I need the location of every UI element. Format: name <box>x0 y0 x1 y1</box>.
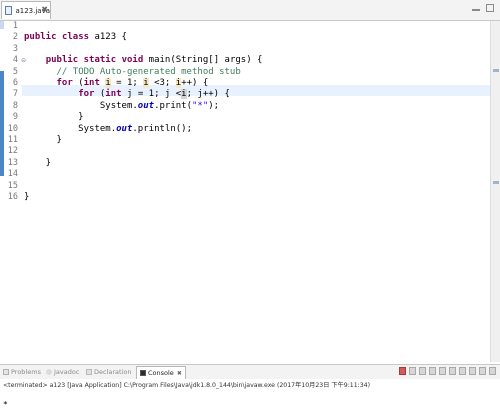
remove-all-icon[interactable] <box>419 367 426 375</box>
line-number: 9 <box>12 112 18 123</box>
code-token: for <box>56 78 73 88</box>
code-line: System.out.println(); <box>24 123 192 134</box>
line-number: 15 <box>7 180 18 191</box>
code-line: } <box>24 135 62 145</box>
overview-mark[interactable] <box>493 181 499 184</box>
word-wrap-icon[interactable] <box>449 367 456 375</box>
console-icon <box>140 370 146 376</box>
console-status-line: <terminated> a123 [Java Application] C:\… <box>3 382 371 389</box>
tab-label: Console <box>148 369 174 377</box>
console-output[interactable]: * <box>3 400 8 409</box>
code-token: for <box>78 89 95 100</box>
occurrence-highlight: i <box>143 78 149 88</box>
pin-console-icon[interactable] <box>459 367 466 375</box>
code-token: class <box>61 32 90 43</box>
line-number: 3 <box>12 43 18 54</box>
console-toolbar <box>399 367 496 375</box>
code-token: static <box>83 55 117 66</box>
occurrence-highlight: i <box>175 78 182 88</box>
tab-label: Javadoc <box>54 368 80 376</box>
line-number: 5 <box>12 66 18 77</box>
editor-tab-a123[interactable]: a123.java ✖ <box>1 1 51 19</box>
scroll-lock-icon[interactable] <box>439 367 446 375</box>
line-number: 6 <box>12 78 18 88</box>
code-token: int <box>105 89 122 100</box>
code-line: for (int i = 1; i <3; i++) { <box>56 78 209 88</box>
code-line: } <box>24 157 52 168</box>
window-controls <box>472 4 494 12</box>
javadoc-icon <box>46 369 52 375</box>
tab-console[interactable]: Console ✖ <box>136 366 186 379</box>
declaration-icon <box>86 369 92 375</box>
display-console-icon[interactable] <box>469 367 476 375</box>
overview-ruler[interactable] <box>490 21 500 362</box>
overview-mark[interactable] <box>493 69 499 72</box>
line-number: 12 <box>7 146 18 157</box>
code-line: public class a123 { <box>24 32 127 43</box>
code-line: public static void main(String[] args) { <box>45 55 263 66</box>
tab-label: Problems <box>11 368 41 376</box>
minimize-icon[interactable] <box>489 367 496 375</box>
close-icon[interactable]: ✖ <box>41 5 48 14</box>
java-file-icon <box>5 6 13 15</box>
code-line: } <box>24 192 30 202</box>
occurrence-highlight: i <box>181 89 187 100</box>
line-number: 2 <box>12 32 18 43</box>
occurrence-highlight: i <box>105 78 111 88</box>
maximize-icon[interactable] <box>486 4 494 12</box>
close-icon[interactable]: ✖ <box>177 370 182 377</box>
line-number: 7 <box>12 89 18 100</box>
code-line: // TODO Auto-generated method stub <box>24 67 241 78</box>
code-token: void <box>121 55 144 66</box>
code-token: public <box>24 32 57 43</box>
static-field: out <box>116 123 133 134</box>
tab-label: Declaration <box>94 368 132 376</box>
string-literal: "*" <box>192 100 209 111</box>
code-token: public <box>45 55 79 66</box>
line-number: 11 <box>7 135 18 145</box>
panel-tab-bar: Problems Javadoc Declaration Console ✖ <box>0 364 500 380</box>
line-number: 16 <box>7 192 18 202</box>
code-editor[interactable]: 1 2 3 4 5 6 7 8 9 10 11 12 13 14 15 16 ⊖ public class a… <box>0 21 492 381</box>
line-number: 1 <box>12 21 18 31</box>
open-console-icon[interactable] <box>479 367 486 375</box>
code-line: } <box>24 112 84 123</box>
tab-javadoc[interactable]: Javadoc <box>46 366 79 378</box>
code-line: System.out.print("*"); <box>24 100 220 111</box>
clear-console-icon[interactable] <box>429 367 436 375</box>
console-view[interactable]: <terminated> a123 [Java Application] C:\… <box>0 379 500 415</box>
remove-launch-icon[interactable] <box>409 367 416 375</box>
minimize-icon[interactable] <box>472 4 480 11</box>
line-number: 13 <box>7 157 18 168</box>
static-field: out <box>137 100 155 111</box>
tab-problems[interactable]: Problems <box>3 366 41 378</box>
code-line: for (int j = 1; j <i; j++) { <box>78 89 230 100</box>
code-comment: // TODO Auto-generated method stub <box>56 66 241 77</box>
line-number: 10 <box>7 123 18 134</box>
tab-declaration[interactable]: Declaration <box>86 366 131 378</box>
line-number: 4 <box>12 55 18 66</box>
line-number: 14 <box>7 169 18 180</box>
code-token: int <box>83 78 100 88</box>
editor-tab-bar: a123.java ✖ <box>0 0 500 21</box>
problems-icon <box>3 369 9 375</box>
terminate-icon[interactable] <box>399 367 406 375</box>
line-number: 8 <box>12 100 18 111</box>
